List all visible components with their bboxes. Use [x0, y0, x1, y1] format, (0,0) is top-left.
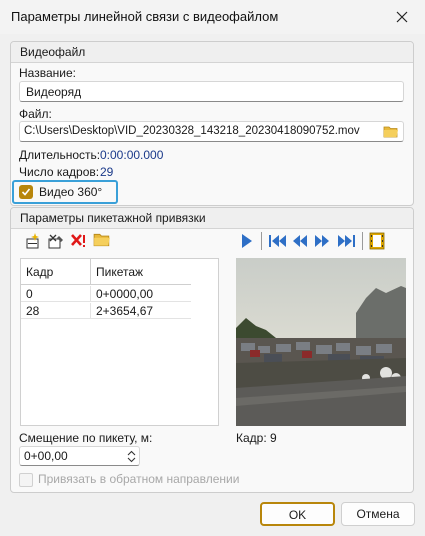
offset-label: Смещение по пикету, м: — [19, 431, 153, 445]
table-row-1-frame[interactable]: 28 — [21, 303, 91, 319]
file-input-value: C:\Users\Desktop\VID_20230328_143218_202… — [24, 125, 360, 137]
duration-label: Длительность: — [19, 148, 101, 162]
toolbar-separator — [261, 232, 262, 250]
toolbar-separator — [362, 232, 363, 250]
table-row-1-picket[interactable]: 2+3654,67 — [91, 303, 191, 319]
file-input[interactable]: C:\Users\Desktop\VID_20230328_143218_202… — [19, 121, 404, 142]
picket-table[interactable]: Кадр Пикетаж 0 0+0000,00 28 2+3654,67 — [20, 258, 219, 426]
file-label: Файл: — [19, 107, 52, 121]
reverse-direction-label: Привязать в обратном направлении — [38, 472, 240, 486]
play-icon — [242, 234, 252, 248]
name-input[interactable]: Видеоряд — [19, 81, 404, 102]
edit-frame-icon — [48, 234, 63, 249]
checkbox-checked-icon — [19, 185, 33, 199]
add-frame-button[interactable] — [25, 232, 43, 250]
title-bar: Параметры линейной связи с видеофайлом — [0, 0, 425, 34]
checkbox-unchecked-icon — [19, 473, 33, 487]
video-360-label: Видео 360° — [39, 185, 103, 199]
current-frame-label: Кадр: 9 — [236, 431, 277, 445]
last-frame-button[interactable] — [336, 232, 355, 250]
offset-spinner[interactable]: 0+00,00 — [19, 446, 140, 466]
cancel-button[interactable]: Отмена — [341, 502, 415, 526]
column-header-picket[interactable]: Пикетаж — [91, 259, 191, 285]
add-frame-icon — [26, 233, 39, 249]
forward-to-end-icon — [338, 235, 355, 247]
video-360-checkbox[interactable]: Видео 360° — [12, 180, 118, 204]
delete-icon — [71, 234, 85, 247]
edit-frame-button[interactable] — [47, 232, 65, 250]
filmstrip-icon — [369, 232, 385, 250]
chevron-updown-icon[interactable] — [127, 450, 136, 463]
rewind-to-start-icon — [269, 235, 286, 247]
table-row-0-frame[interactable]: 0 — [21, 286, 91, 302]
close-icon — [396, 11, 408, 23]
first-frame-button[interactable] — [268, 232, 286, 250]
fast-forward-icon — [315, 235, 329, 247]
video-file-group-header: Видеофайл — [11, 42, 413, 63]
duration-value: 0:00:00.000 — [100, 148, 164, 162]
filmstrip-button[interactable] — [369, 232, 387, 250]
name-input-value: Видеоряд — [26, 85, 82, 99]
play-button[interactable] — [237, 232, 255, 250]
folder-icon — [93, 233, 110, 247]
video-file-group-title: Видеофайл — [20, 45, 86, 59]
picket-binding-group-header: Параметры пикетажной привязки — [11, 208, 413, 229]
rewind-icon — [293, 235, 307, 247]
frames-count-value: 29 — [100, 165, 114, 179]
close-button[interactable] — [379, 0, 425, 34]
picket-binding-group-title: Параметры пикетажной привязки — [20, 211, 206, 225]
video-frame-image — [236, 258, 406, 426]
open-folder-button[interactable] — [93, 232, 111, 250]
reverse-direction-checkbox[interactable]: Привязать в обратном направлении — [19, 472, 239, 488]
next-frame-button[interactable] — [313, 232, 331, 250]
previous-frame-button[interactable] — [291, 232, 309, 250]
delete-frame-button[interactable] — [69, 232, 87, 250]
table-row-0-picket[interactable]: 0+0000,00 — [91, 286, 191, 302]
frames-count-label: Число кадров: — [19, 165, 100, 179]
folder-browse-icon[interactable] — [383, 125, 399, 139]
window-title: Параметры линейной связи с видеофайлом — [11, 9, 279, 24]
name-label: Название: — [19, 66, 76, 80]
video-preview[interactable] — [236, 258, 406, 426]
column-header-frame[interactable]: Кадр — [21, 259, 91, 285]
offset-spinner-value: 0+00,00 — [24, 449, 68, 463]
ok-button[interactable]: OK — [260, 502, 335, 526]
